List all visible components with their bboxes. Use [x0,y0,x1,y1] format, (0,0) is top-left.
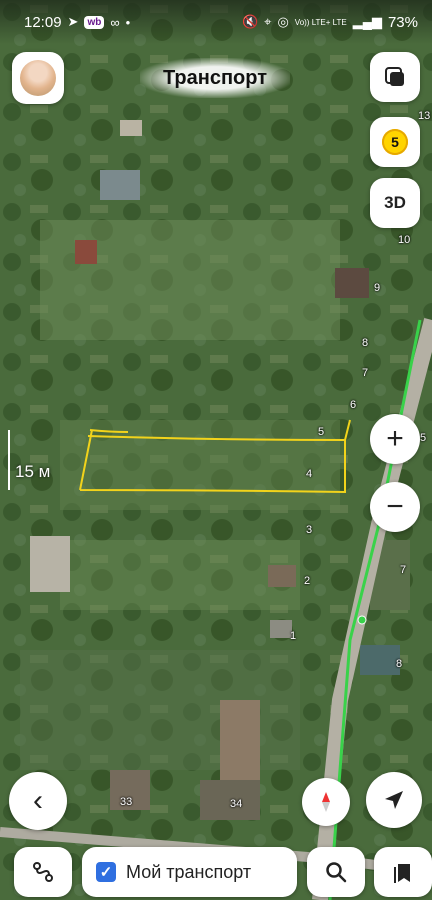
hotspot-icon: ◎ [277,14,289,29]
link-icon: ∞ [110,14,120,30]
plot-label: 34 [230,798,243,810]
scale-bar [8,430,10,490]
plot-label: 4 [306,468,313,480]
telegram-icon: ➤ [67,14,79,29]
battery-percent: 73% [387,13,418,31]
minus-icon: − [386,490,404,523]
compass-button[interactable] [302,778,350,826]
plot-label: 7 [400,564,407,576]
route-button[interactable] [14,847,72,897]
zoom-in-button[interactable]: + [370,414,420,464]
profile-button[interactable] [12,52,64,104]
location-icon: ⌖ [264,14,272,29]
signal-icon: ▂▄▆ [352,14,382,29]
search-button[interactable] [307,847,365,897]
lte-label: Vo)) LTE+ LTE [294,17,347,27]
plot-label: 8 [396,658,403,670]
three-d-label: 3D [384,193,406,212]
traffic-button[interactable]: 5 [370,117,420,167]
transport-checkbox[interactable]: ✓ [96,862,116,882]
status-bar: 12:09 ➤ wb ∞ • 🔇 ⌖ ◎ Vo)) LTE+ LTE ▂▄▆ 7… [0,0,432,44]
layers-button[interactable] [370,52,420,102]
scale-label: 15 м [15,462,51,481]
transport-label: Мой транспорт [126,861,252,882]
chevron-left-icon: ‹ [33,784,43,817]
layers-icon [385,67,404,86]
plot-label: 5 [318,426,325,438]
zoom-out-button[interactable]: − [370,482,420,532]
plot-label: 10 [398,234,411,246]
plot-label: 13 [418,110,431,122]
my-location-button[interactable] [366,772,422,828]
navigation-arrow-icon [385,791,403,809]
plot-label: 9 [374,282,381,294]
wb-badge: wb [84,15,105,29]
satellite-map[interactable] [0,0,432,900]
plot-label: 1 [290,630,297,642]
traffic-score: 5 [391,134,399,150]
compass-icon [322,792,330,812]
back-button[interactable]: ‹ [9,772,67,830]
plot-label: 33 [120,796,133,808]
avatar [20,60,56,96]
page-title[interactable]: Транспорт [140,58,290,98]
traffic-score-badge: 5 [382,129,408,155]
route-icon [33,862,53,882]
plus-icon: + [386,422,404,455]
plot-label: 5 [420,432,427,444]
dot-icon: • [125,14,131,30]
clock: 12:09 [24,13,62,31]
mute-icon: 🔇 [241,14,259,29]
search-icon [326,862,347,883]
bookmark-icon [394,864,410,883]
plot-label: 2 [304,575,311,587]
bookmarks-button[interactable] [374,847,432,897]
plot-label: 8 [362,337,369,349]
plot-label: 7 [362,367,369,379]
plot-label: 6 [350,399,357,411]
plot-label: 3 [306,524,313,536]
my-transport-toggle[interactable]: ✓ Мой транспорт [82,847,297,897]
three-d-button[interactable]: 3D [370,178,420,228]
